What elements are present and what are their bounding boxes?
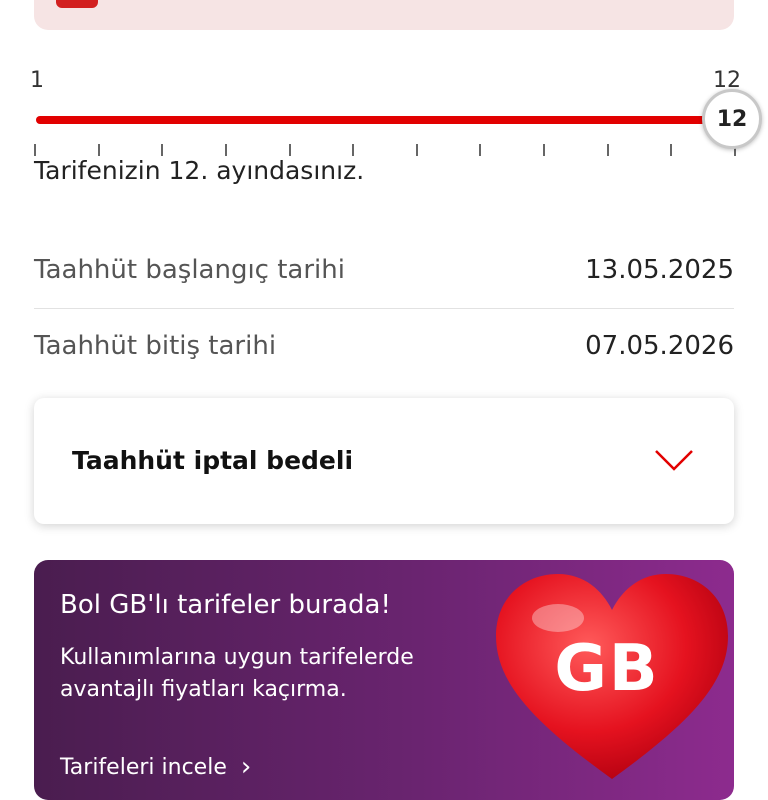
promo-link-label: Tarifeleri incele: [60, 754, 227, 780]
accordion-title: Taahhüt iptal bedeli: [72, 446, 354, 475]
slider-tick: [606, 144, 609, 156]
commitment-end-row: Taahhüt bitiş tarihi 07.05.2026: [34, 308, 734, 384]
commitment-start-value: 13.05.2025: [585, 255, 734, 285]
slider-tick: [352, 144, 355, 156]
promo-title: Bol GB'lı tarifeler burada!: [60, 590, 391, 620]
cancellation-fee-accordion[interactable]: Taahhüt iptal bedeli: [34, 398, 734, 524]
month-slider-fill: [36, 116, 736, 124]
commitment-start-label: Taahhüt başlangıç tarihi: [34, 255, 345, 285]
slider-tick: [415, 144, 418, 156]
promo-link[interactable]: Tarifeleri incele ›: [60, 752, 251, 782]
alert-banner: [34, 0, 734, 30]
slider-tick: [288, 144, 291, 156]
slider-tick: [479, 144, 482, 156]
slider-tick: [34, 144, 36, 156]
promo-description: Kullanımlarına uygun tarifelerde avantaj…: [60, 645, 414, 702]
month-status-text: Tarifenizin 12. ayındasınız.: [34, 156, 365, 185]
chevron-right-icon: ›: [240, 752, 252, 782]
month-slider-track[interactable]: [36, 116, 736, 124]
alert-icon: [56, 0, 98, 8]
month-slider-thumb[interactable]: 12: [702, 89, 762, 149]
commitment-end-value: 07.05.2026: [585, 331, 734, 361]
commitment-start-row: Taahhüt başlangıç tarihi 13.05.2025: [34, 232, 734, 309]
chevron-down-icon[interactable]: [654, 448, 694, 472]
commitment-end-label: Taahhüt bitiş tarihi: [34, 331, 277, 361]
slider-tick: [161, 144, 164, 156]
slider-tick: [97, 144, 100, 156]
slider-min-label: 1: [30, 68, 44, 93]
slider-tick: [670, 144, 673, 156]
promo-banner[interactable]: Bol GB'lı tarifeler burada! Kullanımları…: [34, 560, 734, 800]
slider-tick: [543, 144, 546, 156]
gb-badge-text: GB: [554, 632, 660, 706]
slider-tick: [224, 144, 227, 156]
